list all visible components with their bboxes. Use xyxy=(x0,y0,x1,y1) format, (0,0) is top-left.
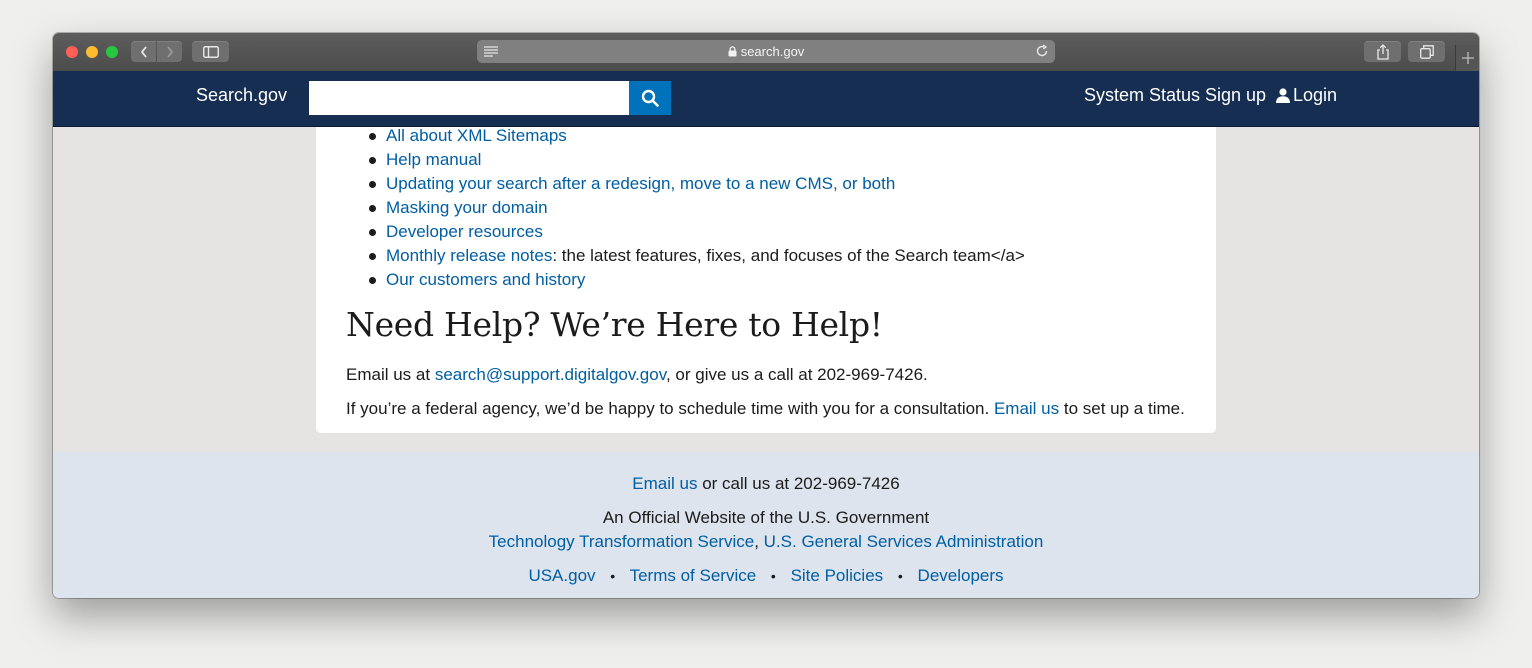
footer-email-link[interactable]: Email us xyxy=(632,474,697,493)
content-card: All about XML Sitemaps Help manual Updat… xyxy=(316,124,1216,433)
contact-phone-text: , or give us a call at 202-969-7426. xyxy=(665,365,928,384)
main-content: All about XML Sitemaps Help manual Updat… xyxy=(53,124,1479,452)
address-bar[interactable]: search.gov xyxy=(477,40,1055,63)
list-item: Our customers and history xyxy=(369,268,1025,292)
masking-domain-link[interactable]: Masking your domain xyxy=(386,198,548,217)
user-icon xyxy=(1276,88,1290,103)
forward-button[interactable] xyxy=(157,41,182,62)
resource-list: All about XML Sitemaps Help manual Updat… xyxy=(369,124,1025,292)
list-item: Monthly release notes: the latest featur… xyxy=(369,244,1025,268)
new-tab-button[interactable] xyxy=(1455,45,1479,71)
footer-agencies: Technology Transformation Service, U.S. … xyxy=(53,532,1479,552)
redesign-link[interactable]: Updating your search after a redesign, m… xyxy=(386,174,895,193)
site-brand-link[interactable]: Search.gov xyxy=(196,85,287,106)
tab-overview-button[interactable] xyxy=(1408,41,1445,62)
back-button[interactable] xyxy=(131,41,156,62)
reader-mode-icon[interactable] xyxy=(484,45,498,57)
footer-separator: • xyxy=(770,568,776,584)
browser-window: search.gov Search.gov System Status Sign… xyxy=(53,33,1479,598)
footer-contact: Email us or call us at 202-969-7426 xyxy=(53,474,1479,494)
site-header: Search.gov System Status Sign up Login xyxy=(53,71,1479,127)
list-item: All about XML Sitemaps xyxy=(369,124,1025,148)
close-window-button[interactable] xyxy=(66,46,78,58)
share-button[interactable] xyxy=(1364,41,1401,62)
browser-toolbar: search.gov xyxy=(53,33,1479,72)
consultation-suffix-text: to set up a time. xyxy=(1059,399,1185,418)
nav-sign-up-link[interactable]: Sign up xyxy=(1205,85,1266,106)
consultation-email-link[interactable]: Email us xyxy=(994,399,1059,418)
tabs-icon xyxy=(1419,44,1434,59)
footer-separator: • xyxy=(897,568,903,584)
release-notes-link[interactable]: Monthly release notes xyxy=(386,246,552,265)
list-item: Updating your search after a redesign, m… xyxy=(369,172,1025,196)
search-icon xyxy=(641,89,659,107)
zoom-window-button[interactable] xyxy=(106,46,118,58)
search-input[interactable] xyxy=(309,81,629,115)
list-item: Help manual xyxy=(369,148,1025,172)
nav-system-status-link[interactable]: System Status xyxy=(1084,85,1200,106)
consultation-paragraph: If you’re a federal agency, we’d be happ… xyxy=(346,399,1185,419)
release-notes-description: : the latest features, fixes, and focuse… xyxy=(552,246,1025,265)
contact-paragraph: Email us at search@support.digitalgov.go… xyxy=(346,365,928,385)
contact-text: Email us at xyxy=(346,365,435,384)
chevron-left-icon xyxy=(140,45,147,58)
tts-link[interactable]: Technology Transformation Service xyxy=(489,532,755,551)
footer-separator: • xyxy=(610,568,616,584)
reload-icon[interactable] xyxy=(1035,44,1049,58)
list-item: Masking your domain xyxy=(369,196,1025,220)
search-button[interactable] xyxy=(629,81,671,115)
help-heading: Need Help? We’re Here to Help! xyxy=(346,305,883,344)
footer-links: USA.gov • Terms of Service • Site Polici… xyxy=(53,566,1479,586)
xml-sitemaps-link[interactable]: All about XML Sitemaps xyxy=(386,126,567,145)
site-footer: Email us or call us at 202-969-7426 An O… xyxy=(53,452,1479,598)
chevron-right-icon xyxy=(166,45,173,58)
consultation-text: If you’re a federal agency, we’d be happ… xyxy=(346,399,994,418)
lock-icon xyxy=(728,46,737,57)
gsa-link[interactable]: U.S. General Services Administration xyxy=(764,532,1044,551)
customers-history-link[interactable]: Our customers and history xyxy=(386,270,585,289)
minimize-window-button[interactable] xyxy=(86,46,98,58)
developer-resources-link[interactable]: Developer resources xyxy=(386,222,543,241)
footer-comma: , xyxy=(754,532,759,551)
nav-login-link[interactable]: Login xyxy=(1276,85,1337,106)
help-manual-link[interactable]: Help manual xyxy=(386,150,481,169)
support-email-link[interactable]: search@support.digitalgov.gov xyxy=(435,365,666,384)
sidebar-icon xyxy=(202,45,219,58)
share-icon xyxy=(1376,43,1389,60)
url-text: search.gov xyxy=(740,44,805,59)
list-item: Developer resources xyxy=(369,220,1025,244)
footer-official-text: An Official Website of the U.S. Governme… xyxy=(602,508,930,527)
usa-gov-link[interactable]: USA.gov xyxy=(528,566,595,585)
plus-icon xyxy=(1462,52,1474,64)
sidebar-toggle-button[interactable] xyxy=(192,41,229,62)
terms-of-service-link[interactable]: Terms of Service xyxy=(630,566,757,585)
login-label: Login xyxy=(1293,85,1338,105)
footer-call-text: or call us at 202-969-7426 xyxy=(697,474,900,493)
developers-link[interactable]: Developers xyxy=(918,566,1004,585)
site-policies-link[interactable]: Site Policies xyxy=(791,566,884,585)
